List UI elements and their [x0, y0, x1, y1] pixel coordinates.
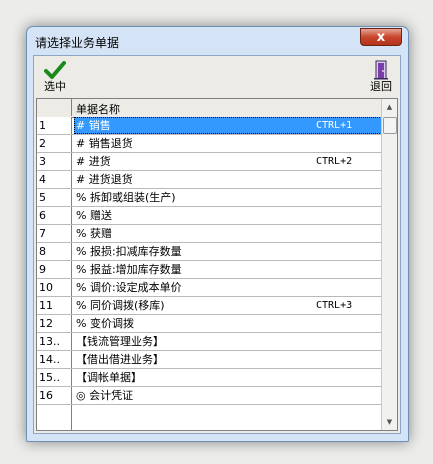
- row-document-name: % 报损:扣减库存数量: [76, 245, 182, 258]
- title-bar[interactable]: 请选择业务单据 x: [27, 27, 408, 55]
- back-button[interactable]: 退回: [364, 60, 398, 96]
- table-row[interactable]: 1 # 销售 CTRL+1: [37, 117, 382, 135]
- table-row[interactable]: 3 # 进货 CTRL+2: [37, 153, 382, 171]
- table-row[interactable]: 8 % 报损:扣减库存数量: [37, 243, 382, 261]
- table-row[interactable]: 7 % 获赠: [37, 225, 382, 243]
- row-number: 6: [37, 207, 72, 224]
- row-document-name: 【借出借进业务】: [76, 353, 164, 366]
- row-document-name: # 进货退货: [76, 173, 133, 186]
- row-document-name: 【调帐单据】: [76, 371, 142, 384]
- row-document-name: 【钱流管理业务】: [76, 335, 164, 348]
- row-shortcut: CTRL+1: [316, 120, 353, 131]
- row-number: 13..: [37, 333, 72, 350]
- table-row[interactable]: 15.. 【调帐单据】: [37, 369, 382, 387]
- row-document-name: % 报益:增加库存数量: [76, 263, 182, 276]
- table-row[interactable]: 9 % 报益:增加库存数量: [37, 261, 382, 279]
- row-number: 11: [37, 297, 72, 314]
- row-number: 4: [37, 171, 72, 188]
- dialog-window: 请选择业务单据 x 选中 退回 单据名称 1 # 销售 CTRL+1 2 # 销…: [26, 26, 409, 442]
- row-number: 14..: [37, 351, 72, 368]
- row-number: [37, 405, 72, 430]
- row-document-name: % 变价调拨: [76, 317, 134, 330]
- row-indicator-header: [37, 99, 72, 116]
- close-button[interactable]: x: [360, 28, 402, 46]
- dialog-body: 选中 退回 单据名称 1 # 销售 CTRL+1 2 # 销售退货 3 # 进货 CTRL+2…: [33, 55, 401, 434]
- empty-row: [37, 405, 382, 430]
- column-header-name[interactable]: 单据名称: [76, 101, 120, 117]
- row-document-name: % 赠送: [76, 209, 112, 222]
- row-number: 5: [37, 189, 72, 206]
- table-row[interactable]: 14.. 【借出借进业务】: [37, 351, 382, 369]
- row-document-name: # 销售退货: [76, 137, 133, 150]
- grid-header: 单据名称: [37, 99, 397, 118]
- vertical-scrollbar[interactable]: ▲ ▼: [381, 99, 397, 430]
- row-document-name: % 拆卸或组装(生产): [76, 191, 176, 204]
- row-document-name: % 同价调拨(移库): [76, 299, 165, 312]
- select-button[interactable]: 选中: [38, 60, 72, 96]
- row-number: 10: [37, 279, 72, 296]
- document-type-grid[interactable]: 单据名称 1 # 销售 CTRL+1 2 # 销售退货 3 # 进货 CTRL+2 4 # 进货退…: [36, 98, 398, 431]
- scroll-thumb[interactable]: [383, 117, 397, 134]
- row-shortcut: CTRL+2: [316, 156, 353, 167]
- row-number: 1: [37, 117, 72, 134]
- scroll-down-arrow-icon[interactable]: ▼: [382, 414, 397, 430]
- row-document-name: # 销售: [76, 119, 111, 132]
- table-row[interactable]: 10 % 调价:设定成本单价: [37, 279, 382, 297]
- table-row[interactable]: 2 # 销售退货: [37, 135, 382, 153]
- row-number: 16: [37, 387, 72, 404]
- row-number: 12: [37, 315, 72, 332]
- table-row[interactable]: 5 % 拆卸或组装(生产): [37, 189, 382, 207]
- row-number: 15..: [37, 369, 72, 386]
- row-document-name: # 进货: [76, 155, 111, 168]
- row-number: 7: [37, 225, 72, 242]
- row-number: 9: [37, 261, 72, 278]
- table-row[interactable]: 4 # 进货退货: [37, 171, 382, 189]
- table-row[interactable]: 11 % 同价调拨(移库) CTRL+3: [37, 297, 382, 315]
- row-shortcut: CTRL+3: [316, 300, 353, 311]
- row-number: 8: [37, 243, 72, 260]
- toolbar: 选中 退回: [34, 56, 400, 98]
- window-title: 请选择业务单据: [35, 36, 120, 50]
- row-document-name: % 调价:设定成本单价: [76, 281, 182, 294]
- table-row[interactable]: 12 % 变价调拨: [37, 315, 382, 333]
- scroll-up-arrow-icon[interactable]: ▲: [382, 99, 397, 115]
- table-row[interactable]: 13.. 【钱流管理业务】: [37, 333, 382, 351]
- checkmark-icon: [44, 61, 66, 79]
- back-button-label: 退回: [370, 80, 392, 93]
- row-number: 2: [37, 135, 72, 152]
- row-document-name: ◎ 会计凭证: [76, 389, 134, 402]
- door-exit-icon: [374, 60, 388, 80]
- table-row[interactable]: 6 % 赠送: [37, 207, 382, 225]
- row-number: 3: [37, 153, 72, 170]
- select-button-label: 选中: [44, 80, 66, 93]
- table-row[interactable]: 16 ◎ 会计凭证: [37, 387, 382, 405]
- grid-rows: 1 # 销售 CTRL+1 2 # 销售退货 3 # 进货 CTRL+2 4 # 进货退货 5 % 拆…: [37, 117, 382, 430]
- row-document-name: % 获赠: [76, 227, 112, 240]
